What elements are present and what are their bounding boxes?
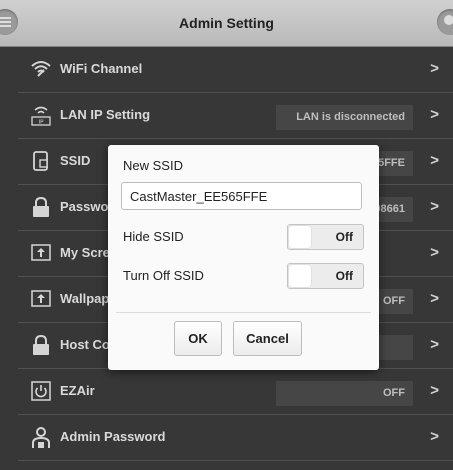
- page-title: Admin Setting: [179, 15, 274, 31]
- toggle-knob: [289, 265, 311, 287]
- toggle-knob: [289, 226, 311, 248]
- hide-ssid-toggle[interactable]: Off: [287, 224, 364, 250]
- toggle-state: Off: [335, 269, 353, 283]
- ok-button[interactable]: OK: [174, 321, 222, 356]
- toggle-state: Off: [335, 230, 353, 244]
- hide-ssid-label: Hide SSID: [123, 229, 184, 244]
- dialog-divider: [116, 312, 371, 313]
- cancel-button[interactable]: Cancel: [233, 321, 302, 356]
- new-ssid-label: New SSID: [123, 158, 183, 173]
- ssid-dialog: New SSID Hide SSID Off Turn Off SSID Off…: [108, 145, 379, 370]
- turn-off-ssid-label: Turn Off SSID: [123, 268, 204, 283]
- turn-off-ssid-toggle[interactable]: Off: [287, 263, 364, 289]
- ssid-input[interactable]: [121, 182, 362, 210]
- header-bar: Admin Setting: [0, 0, 453, 47]
